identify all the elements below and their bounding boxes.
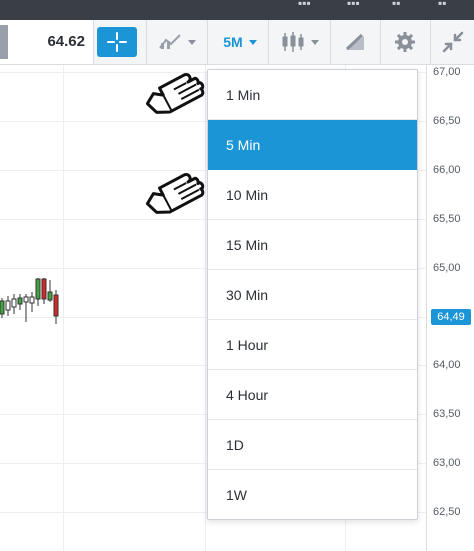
menu-dots-icon: ▪▪▪ [298, 0, 311, 10]
candle [35, 278, 41, 300]
price-axis: 67,00 66,50 66,00 65,50 65,00 64,00 63,5… [426, 65, 474, 551]
candle [11, 298, 17, 308]
candle [5, 300, 11, 311]
price-display: 64.62 [0, 20, 94, 64]
price-tick: 67,00 [433, 66, 461, 78]
candlestick-icon [282, 32, 304, 52]
price-tick: 66,50 [433, 115, 461, 127]
drawing-pencil-icon [345, 33, 364, 51]
candle [23, 296, 29, 303]
pointing-hand-icon [145, 73, 205, 114]
menu-dots-icon: ▪▪▪ [347, 0, 360, 10]
candle [41, 278, 47, 300]
candle [29, 296, 35, 304]
price-tick: 65,00 [433, 262, 461, 274]
line-chart-icon [159, 34, 181, 49]
settings-button[interactable] [383, 20, 427, 64]
candle [0, 300, 5, 315]
candle [47, 291, 53, 301]
interval-option-5min[interactable]: 5 Min [208, 120, 417, 170]
toolbar-separator [430, 20, 431, 64]
interval-option-10min[interactable]: 10 Min [208, 170, 417, 220]
interval-option-30min[interactable]: 30 Min [208, 270, 417, 320]
interval-option-4hour[interactable]: 4 Hour [208, 370, 417, 420]
pointing-hand-icon [145, 173, 205, 214]
chevron-down-icon [311, 39, 319, 45]
crosshair-icon [107, 32, 127, 52]
interval-option-1d[interactable]: 1D [208, 420, 417, 470]
chevron-down-icon [248, 39, 257, 45]
chevron-down-icon [188, 39, 196, 45]
price-display-accent [0, 25, 8, 59]
collapse-arrows-icon [442, 31, 464, 53]
menu-dots-icon: ▪▪ [438, 0, 447, 10]
window-top-strip: ▪▪▪ ▪▪▪ ▪▪ ▪▪ [0, 0, 474, 20]
interval-option-1min[interactable]: 1 Min [208, 70, 417, 120]
collapse-button[interactable] [432, 20, 474, 64]
crosshair-button[interactable] [97, 27, 137, 57]
price-tick: 62,50 [433, 506, 461, 518]
drawing-tools-button[interactable] [333, 20, 377, 64]
chart-toolbar: 64.62 5M [0, 20, 474, 65]
interval-option-15min[interactable]: 15 Min [208, 220, 417, 270]
price-tick: 66,00 [433, 164, 461, 176]
candles [0, 278, 59, 324]
price-tick: 64,00 [433, 359, 461, 371]
candle [53, 294, 59, 317]
interval-option-1w[interactable]: 1W [208, 470, 417, 520]
grid-line [205, 65, 206, 551]
price-tick: 63,50 [433, 408, 461, 420]
interval-option-1hour[interactable]: 1 Hour [208, 320, 417, 370]
price-tick: 65,50 [433, 213, 461, 225]
toolbar-separator [268, 20, 269, 64]
toolbar-separator [380, 20, 381, 64]
interval-dropdown: 1 Min 5 Min 10 Min 15 Min 30 Min 1 Hour … [207, 69, 418, 520]
candle [17, 297, 23, 305]
candle-type-button[interactable] [273, 20, 327, 64]
price-value: 64.62 [47, 33, 85, 50]
price-tick: 63,00 [433, 457, 461, 469]
toolbar-separator [330, 20, 331, 64]
menu-dots-icon: ▪▪ [392, 0, 401, 10]
interval-label: 5M [223, 34, 243, 50]
gear-icon [395, 32, 415, 52]
current-price-tag: 64,49 [431, 309, 471, 325]
